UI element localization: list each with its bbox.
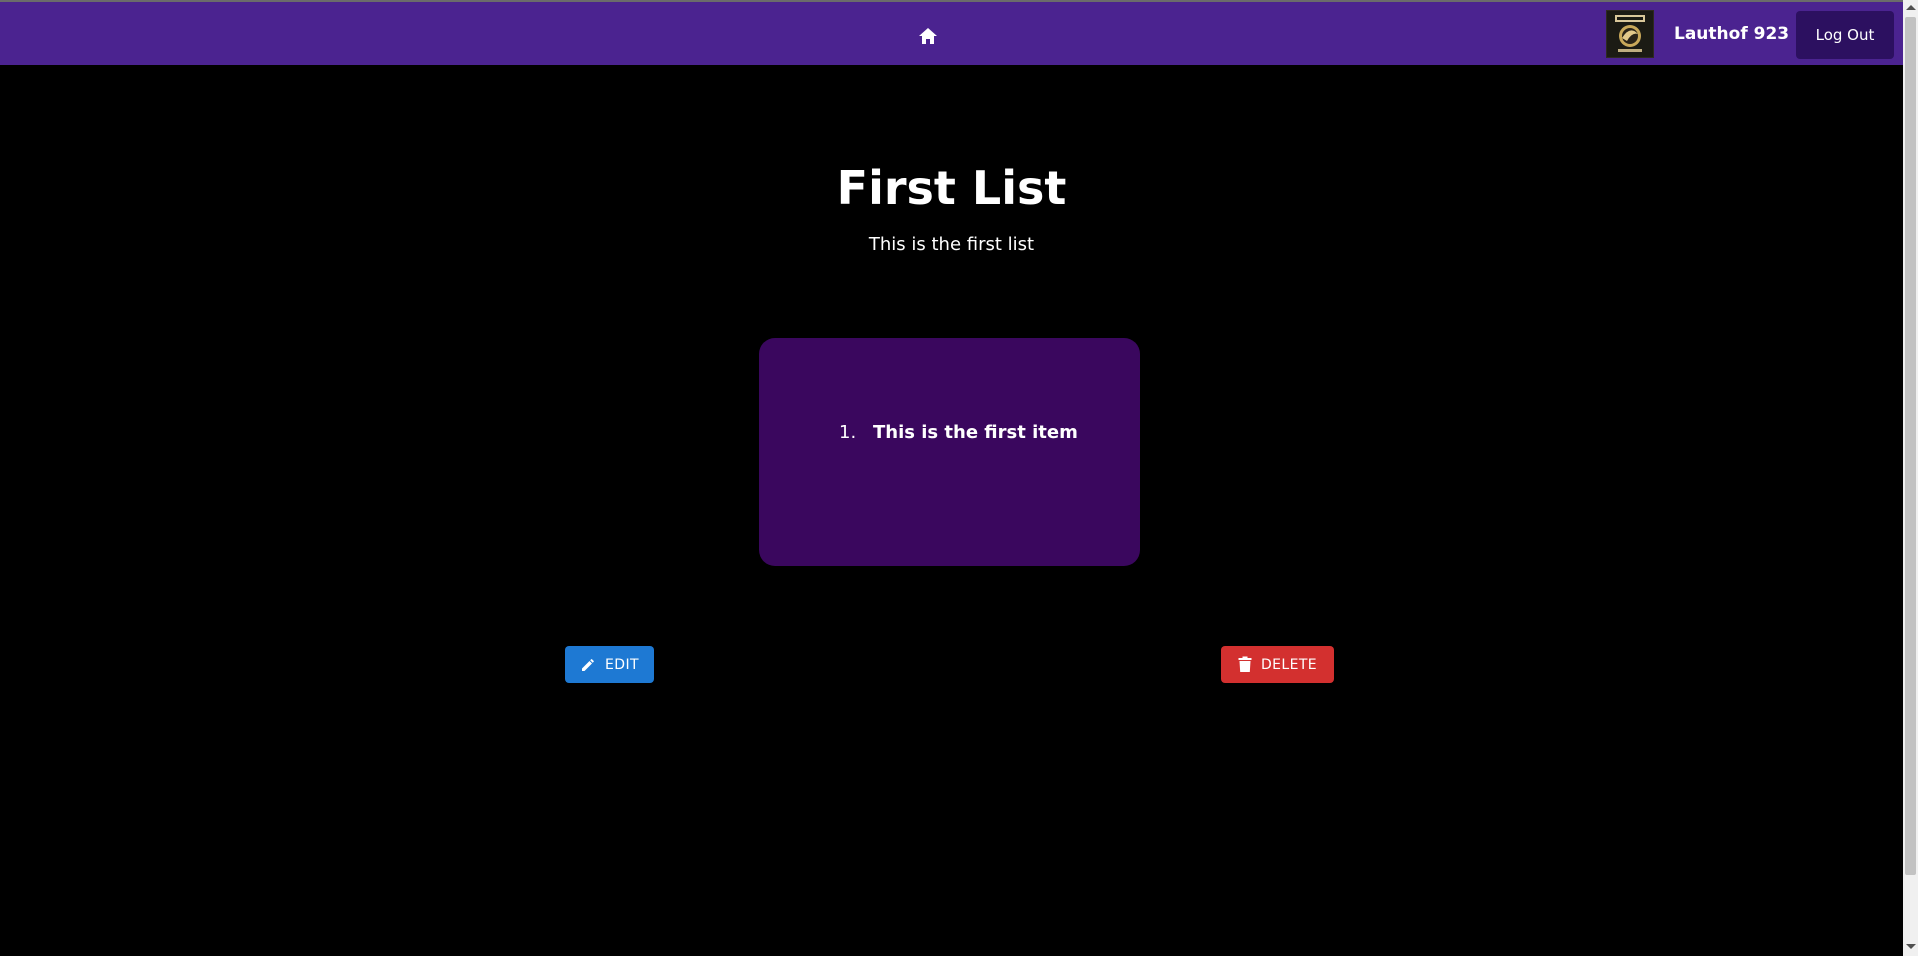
trash-icon xyxy=(1238,656,1252,673)
page: Lauthof 923 Log Out First List This is t… xyxy=(0,0,1918,956)
user-avatar[interactable] xyxy=(1606,10,1654,58)
logout-button[interactable]: Log Out xyxy=(1796,11,1894,59)
list-title: First List xyxy=(836,161,1067,215)
username-label: Lauthof 923 xyxy=(1674,24,1790,44)
vertical-scrollbar[interactable] xyxy=(1903,0,1918,956)
delete-button-label: DELETE xyxy=(1260,656,1318,673)
delete-button[interactable]: DELETE xyxy=(1221,646,1334,683)
list-items-card: 1. This is the first item xyxy=(759,338,1140,566)
edit-button-label: EDIT xyxy=(605,656,639,673)
list-item-text: This is the first item xyxy=(873,422,1078,443)
list-item: 1. This is the first item xyxy=(839,422,1078,443)
list-item-number: 1. xyxy=(839,422,857,443)
edit-button[interactable]: EDIT xyxy=(565,646,654,683)
pencil-icon xyxy=(580,657,596,673)
scroll-up-arrow-icon[interactable] xyxy=(1906,5,1916,10)
scrollbar-thumb[interactable] xyxy=(1905,17,1916,875)
list-description: This is the first list xyxy=(868,234,1035,255)
avatar-image-icon xyxy=(1607,11,1653,57)
scroll-down-arrow-icon[interactable] xyxy=(1906,944,1916,949)
home-icon xyxy=(919,28,937,44)
top-navbar: Lauthof 923 Log Out xyxy=(0,0,1903,65)
home-button[interactable] xyxy=(912,22,944,50)
